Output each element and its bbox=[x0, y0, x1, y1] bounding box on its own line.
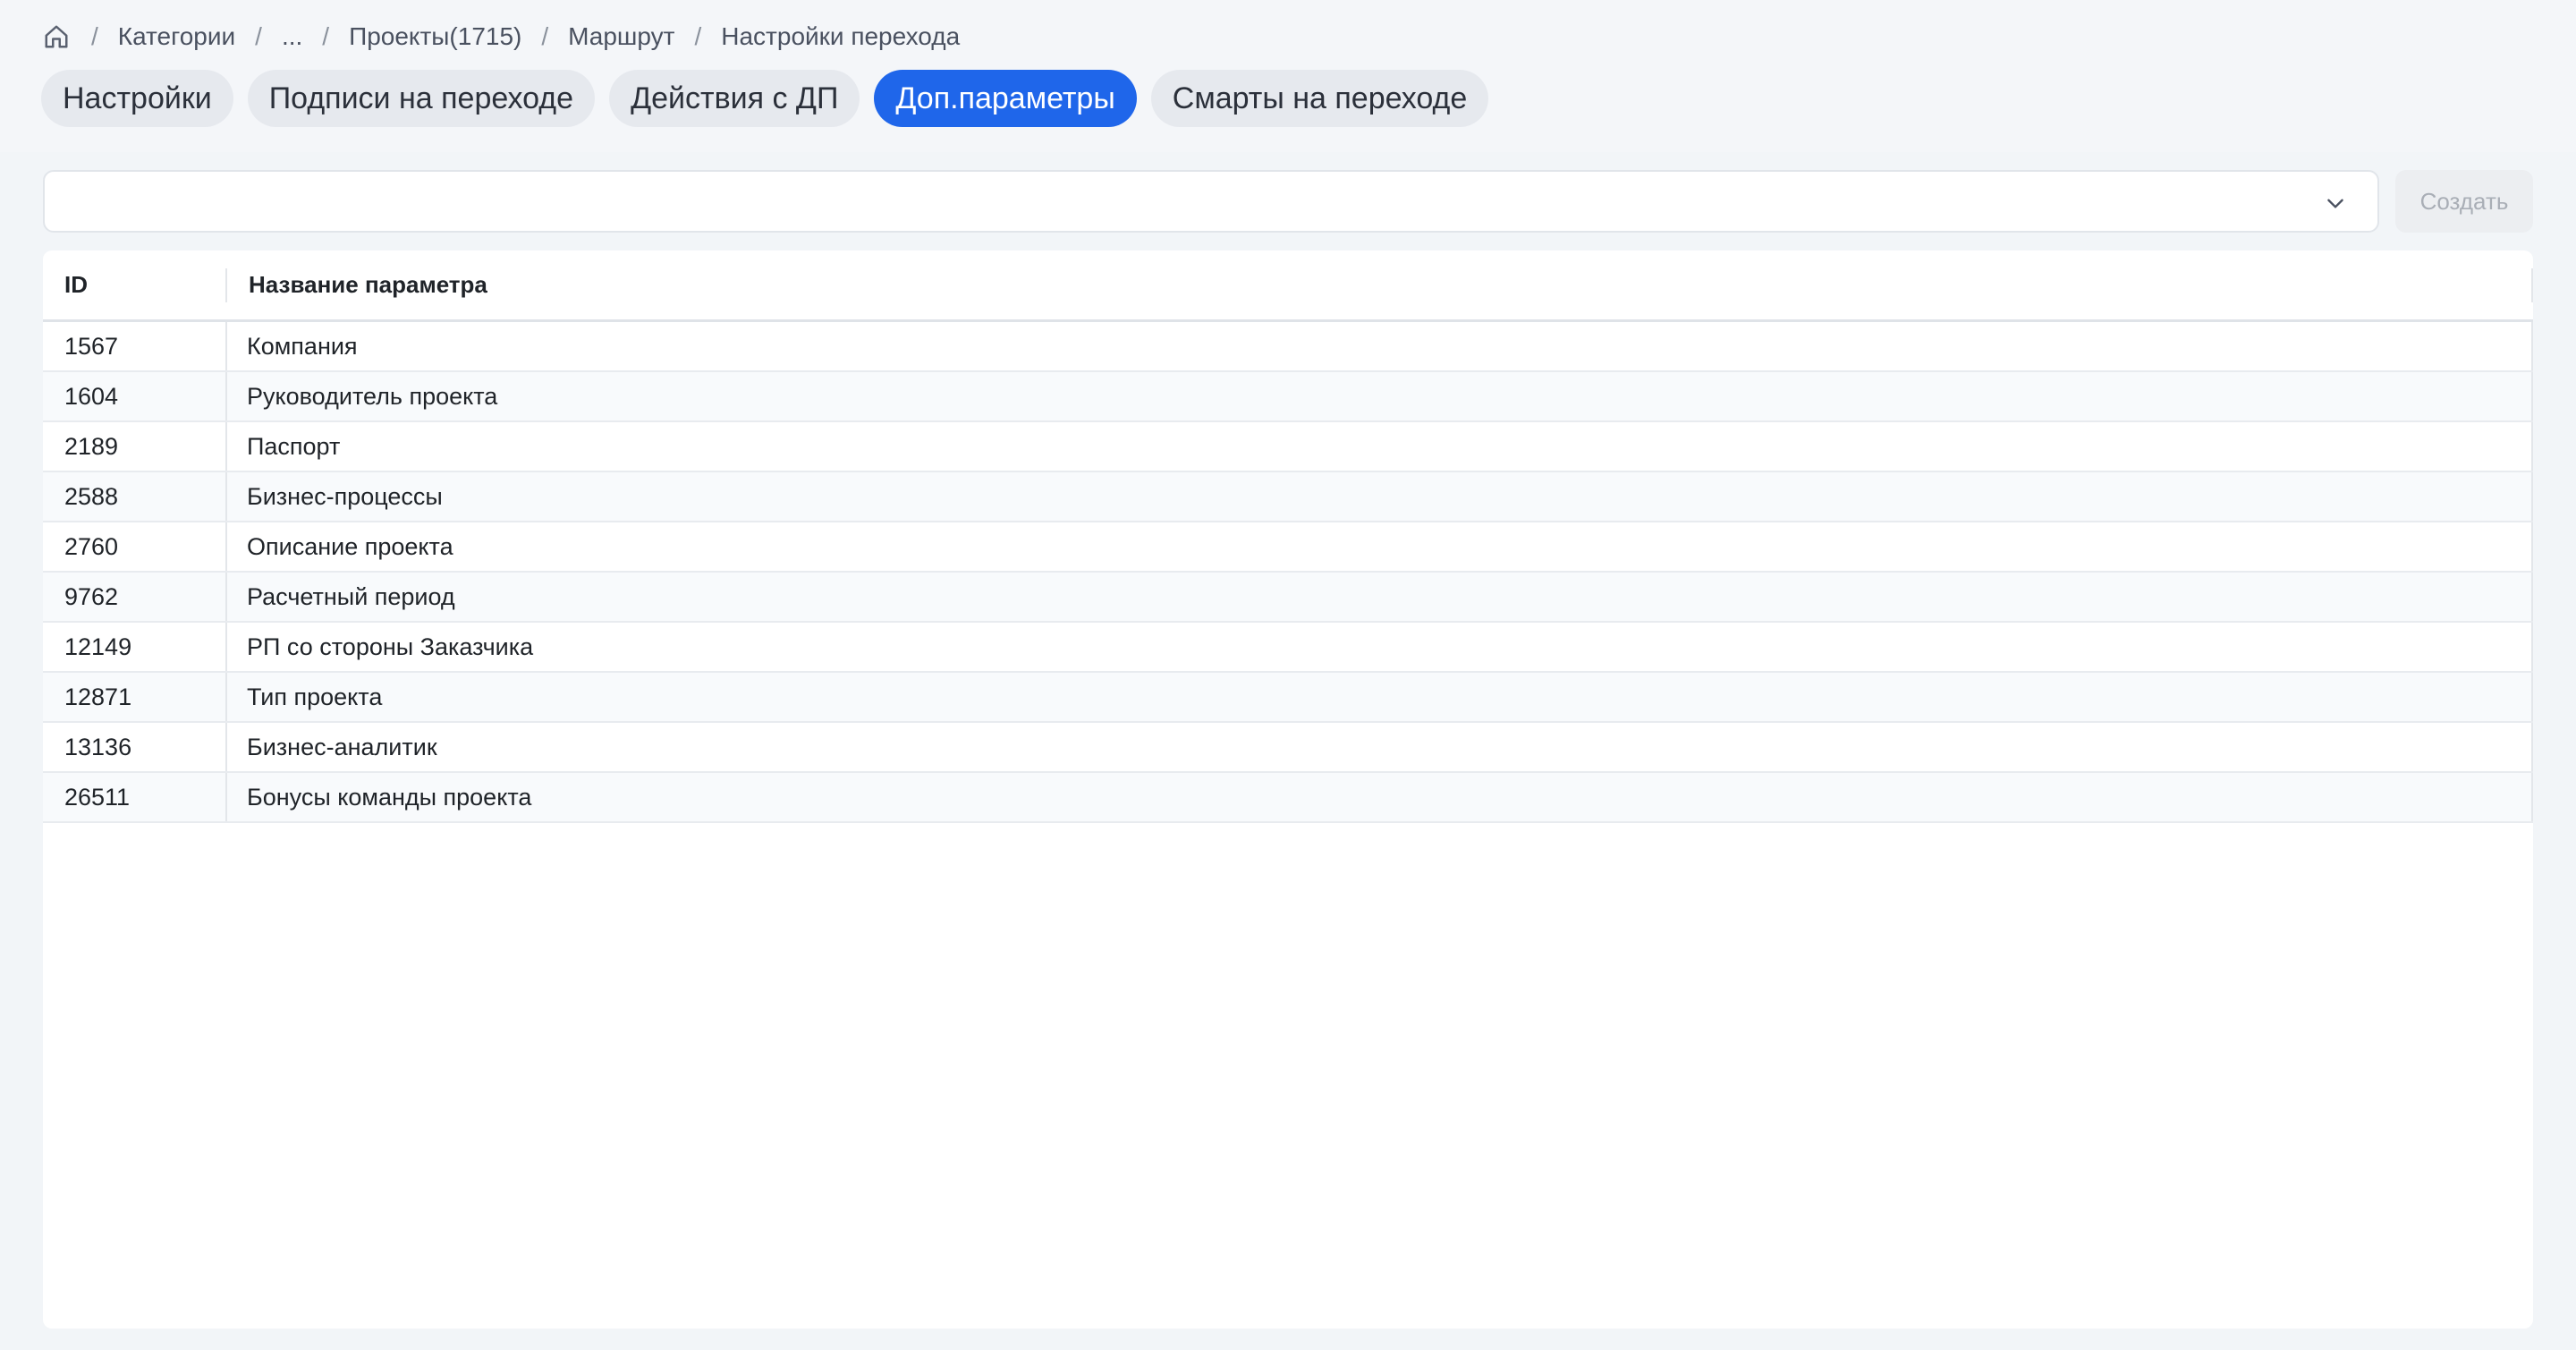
chevron-down-icon bbox=[2324, 191, 2347, 215]
cell-divider bbox=[225, 372, 227, 420]
cell-divider bbox=[225, 773, 227, 821]
cell-divider bbox=[225, 723, 227, 771]
breadcrumb: / Категории / ... / Проекты(1715) / Марш… bbox=[41, 18, 960, 55]
column-header-name[interactable]: Название параметра bbox=[249, 250, 487, 319]
cell-id: 26511 bbox=[64, 783, 131, 811]
table-row[interactable]: 12871 Тип проекта bbox=[43, 673, 2533, 723]
cell-id: 12871 bbox=[64, 683, 132, 710]
parameter-select[interactable] bbox=[43, 170, 2379, 233]
cell-name: Описание проекта bbox=[247, 532, 453, 560]
table-row[interactable]: 12149 РП со стороны Заказчика bbox=[43, 623, 2533, 673]
cell-id: 1604 bbox=[64, 382, 119, 410]
cell-divider bbox=[2531, 573, 2533, 621]
cell-name: Бизнес-аналитик bbox=[247, 733, 437, 760]
breadcrumb-item-categories[interactable]: Категории bbox=[118, 22, 235, 51]
cell-id: 13136 bbox=[64, 733, 132, 760]
cell-name: РП со стороны Заказчика bbox=[247, 633, 534, 660]
tab-settings[interactable]: Настройки bbox=[41, 70, 233, 127]
cell-divider bbox=[225, 573, 227, 621]
table-row[interactable]: 1567 Компания bbox=[43, 322, 2533, 372]
cell-divider bbox=[2531, 372, 2533, 420]
table-body: 1567 Компания 1604 Руководитель проекта … bbox=[43, 322, 2533, 823]
cell-divider bbox=[2531, 623, 2533, 671]
cell-id: 12149 bbox=[64, 633, 132, 660]
cell-name: Бизнес-процессы bbox=[247, 482, 443, 510]
tab-dp-actions[interactable]: Действия с ДП bbox=[609, 70, 860, 127]
cell-id: 2588 bbox=[64, 482, 119, 510]
table-row[interactable]: 2588 Бизнес-процессы bbox=[43, 472, 2533, 522]
cell-id: 9762 bbox=[64, 582, 119, 610]
create-button[interactable]: Создать bbox=[2395, 170, 2533, 233]
cell-divider bbox=[225, 322, 227, 370]
cell-divider bbox=[2531, 773, 2533, 821]
table-header: ID Название параметра bbox=[43, 250, 2533, 322]
breadcrumb-item-route[interactable]: Маршрут bbox=[568, 22, 674, 51]
column-header-id[interactable]: ID bbox=[64, 250, 88, 319]
cell-id: 1567 bbox=[64, 332, 119, 360]
column-divider[interactable] bbox=[225, 268, 227, 302]
cell-divider bbox=[225, 472, 227, 521]
breadcrumb-separator: / bbox=[541, 22, 549, 50]
table-row[interactable]: 26511 Бонусы команды проекта bbox=[43, 773, 2533, 823]
breadcrumb-item-current: Настройки перехода bbox=[721, 22, 961, 50]
cell-divider bbox=[225, 623, 227, 671]
table-row[interactable]: 13136 Бизнес-аналитик bbox=[43, 723, 2533, 773]
table-row[interactable]: 9762 Расчетный период bbox=[43, 573, 2533, 623]
cell-divider bbox=[2531, 322, 2533, 370]
cell-divider bbox=[2531, 673, 2533, 721]
table-row[interactable]: 2760 Описание проекта bbox=[43, 522, 2533, 573]
breadcrumb-item-projects[interactable]: Проекты(1715) bbox=[349, 22, 521, 51]
cell-divider bbox=[2531, 723, 2533, 771]
breadcrumb-separator: / bbox=[694, 22, 702, 50]
cell-id: 2760 bbox=[64, 532, 119, 560]
home-icon[interactable] bbox=[41, 21, 72, 52]
cell-name: Компания bbox=[247, 332, 358, 360]
breadcrumb-separator: / bbox=[255, 22, 262, 50]
cell-divider bbox=[225, 422, 227, 471]
cell-divider bbox=[2531, 422, 2533, 471]
tab-smarts[interactable]: Смарты на переходе bbox=[1150, 70, 1489, 127]
cell-name: Тип проекта bbox=[247, 683, 383, 710]
cell-name: Руководитель проекта bbox=[247, 382, 498, 410]
tab-extra-parameters[interactable]: Доп.параметры bbox=[874, 70, 1137, 127]
breadcrumb-item-ellipsis[interactable]: ... bbox=[282, 22, 302, 51]
top-bar: / Категории / ... / Проекты(1715) / Марш… bbox=[0, 0, 2576, 152]
breadcrumb-separator: / bbox=[91, 22, 98, 50]
cell-divider bbox=[225, 673, 227, 721]
tab-bar: Настройки Подписи на переходе Действия с… bbox=[41, 70, 1489, 127]
cell-divider bbox=[225, 522, 227, 571]
cell-name: Бонусы команды проекта bbox=[247, 783, 532, 811]
cell-name: Расчетный период bbox=[247, 582, 455, 610]
cell-divider bbox=[2531, 522, 2533, 571]
tab-signatures[interactable]: Подписи на переходе bbox=[247, 70, 596, 127]
breadcrumb-separator: / bbox=[322, 22, 330, 50]
parameters-table: ID Название параметра 1567 Компания 1604… bbox=[43, 250, 2533, 1329]
cell-id: 2189 bbox=[64, 432, 119, 460]
cell-name: Паспорт bbox=[247, 432, 341, 460]
column-divider[interactable] bbox=[2531, 268, 2533, 302]
table-row[interactable]: 1604 Руководитель проекта bbox=[43, 372, 2533, 422]
table-row[interactable]: 2189 Паспорт bbox=[43, 422, 2533, 472]
cell-divider bbox=[2531, 472, 2533, 521]
